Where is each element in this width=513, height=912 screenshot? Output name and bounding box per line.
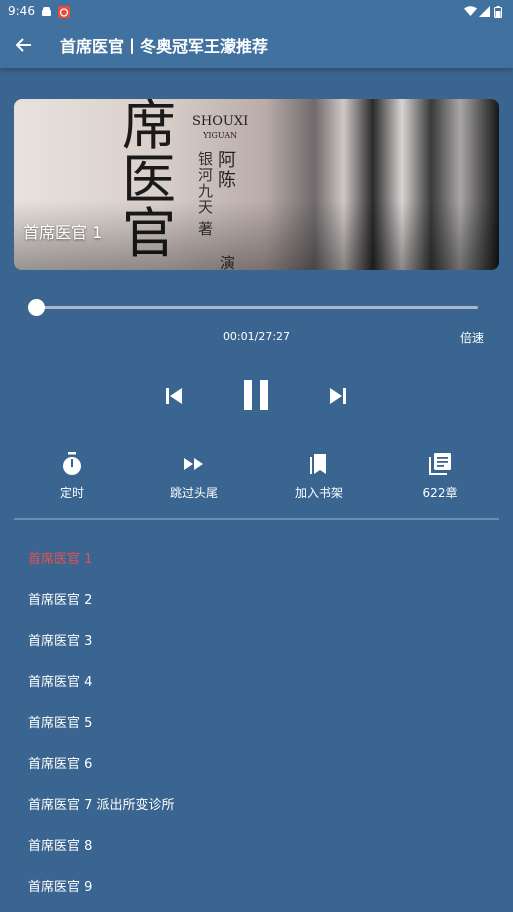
cover-caption: 首席医官 1: [23, 223, 103, 242]
status-time: 9:46: [8, 4, 35, 18]
time-display: 00:01/27:27: [222, 330, 291, 343]
android-debug-icon: [41, 6, 52, 17]
progress-track[interactable]: [34, 306, 478, 309]
chapter-item[interactable]: 首席医官 4: [0, 660, 513, 701]
cover-art-latin: SHOUXI YIGUAN: [192, 114, 249, 141]
add-to-bookshelf-button[interactable]: 加入书架: [269, 452, 369, 501]
alarm-app-icon: [57, 5, 70, 18]
app-bar: 首席医官丨冬奥冠军王濛推荐: [0, 22, 513, 68]
cell-signal-icon: [479, 5, 490, 17]
battery-icon: [494, 5, 505, 18]
skip-next-icon: [330, 388, 346, 404]
chapter-count-label: 622章: [422, 486, 458, 500]
status-bar: 9:46: [0, 0, 513, 22]
chapter-title: 首席医官 2: [28, 593, 93, 608]
divider: [14, 518, 499, 520]
bookmarks-icon: [310, 454, 326, 474]
chapter-title: 首席医官 3: [28, 634, 93, 649]
skip-next-button[interactable]: [324, 382, 352, 410]
progress-thumb[interactable]: [28, 299, 46, 316]
skip-intro-outro-button[interactable]: 跳过头尾: [144, 452, 244, 501]
playback-controls: [0, 374, 513, 416]
skip-previous-icon: [166, 388, 182, 404]
chapter-title: 首席医官 1: [28, 552, 93, 567]
chapter-item[interactable]: 首席医官 7 派出所变诊所: [0, 783, 513, 824]
timer-icon: [63, 452, 81, 475]
fast-forward-icon: [184, 458, 203, 470]
chapter-title: 首席医官 9: [28, 880, 93, 895]
chapter-list-button[interactable]: 622章: [390, 452, 490, 501]
add-to-bookshelf-label: 加入书架: [294, 486, 343, 500]
skip-previous-button[interactable]: [160, 382, 188, 410]
timer-button[interactable]: 定时: [22, 452, 122, 501]
pause-icon: [244, 380, 268, 410]
library-books-icon: [429, 453, 451, 475]
back-button[interactable]: [0, 22, 48, 68]
chapter-item[interactable]: 首席医官 5: [0, 701, 513, 742]
chapter-title: 首席医官 5: [28, 716, 93, 731]
arrow-back-icon: [16, 38, 31, 52]
chapter-item[interactable]: 首席医官 8: [0, 824, 513, 865]
action-row: 定时 跳过头尾 加入书架 622章: [0, 452, 513, 508]
chapter-list: 首席医官 1 首席医官 2 首席医官 3 首席医官 4 首席医官 5 首席医官 6 首席医官…: [0, 537, 513, 906]
chapter-item[interactable]: 首席医官 3: [0, 619, 513, 660]
page-title: 首席医官丨冬奥冠军王濛推荐: [60, 37, 269, 56]
chapter-title: 首席医官 4: [28, 675, 93, 690]
speed-button[interactable]: 倍速: [460, 329, 484, 346]
cover-image: 席 医 官 SHOUXI YIGUAN 阿 陈 银 河 九 天 著 演 首席医官…: [14, 99, 499, 270]
wifi-icon: [464, 5, 477, 17]
chapter-item[interactable]: 首席医官 9: [0, 865, 513, 906]
pause-button[interactable]: [238, 374, 274, 416]
timer-label: 定时: [59, 486, 84, 500]
chapter-item[interactable]: 首席医官 6: [0, 742, 513, 783]
skip-intro-outro-label: 跳过头尾: [169, 486, 218, 500]
chapter-item[interactable]: 首席医官 1: [0, 537, 513, 578]
chapter-title: 首席医官 6: [28, 757, 93, 772]
chapter-title: 首席医官 7 派出所变诊所: [28, 798, 175, 813]
cover-art-author-1: 阿 陈: [218, 150, 236, 191]
chapter-item[interactable]: 首席医官 2: [0, 578, 513, 619]
chapter-title: 首席医官 8: [28, 839, 93, 854]
